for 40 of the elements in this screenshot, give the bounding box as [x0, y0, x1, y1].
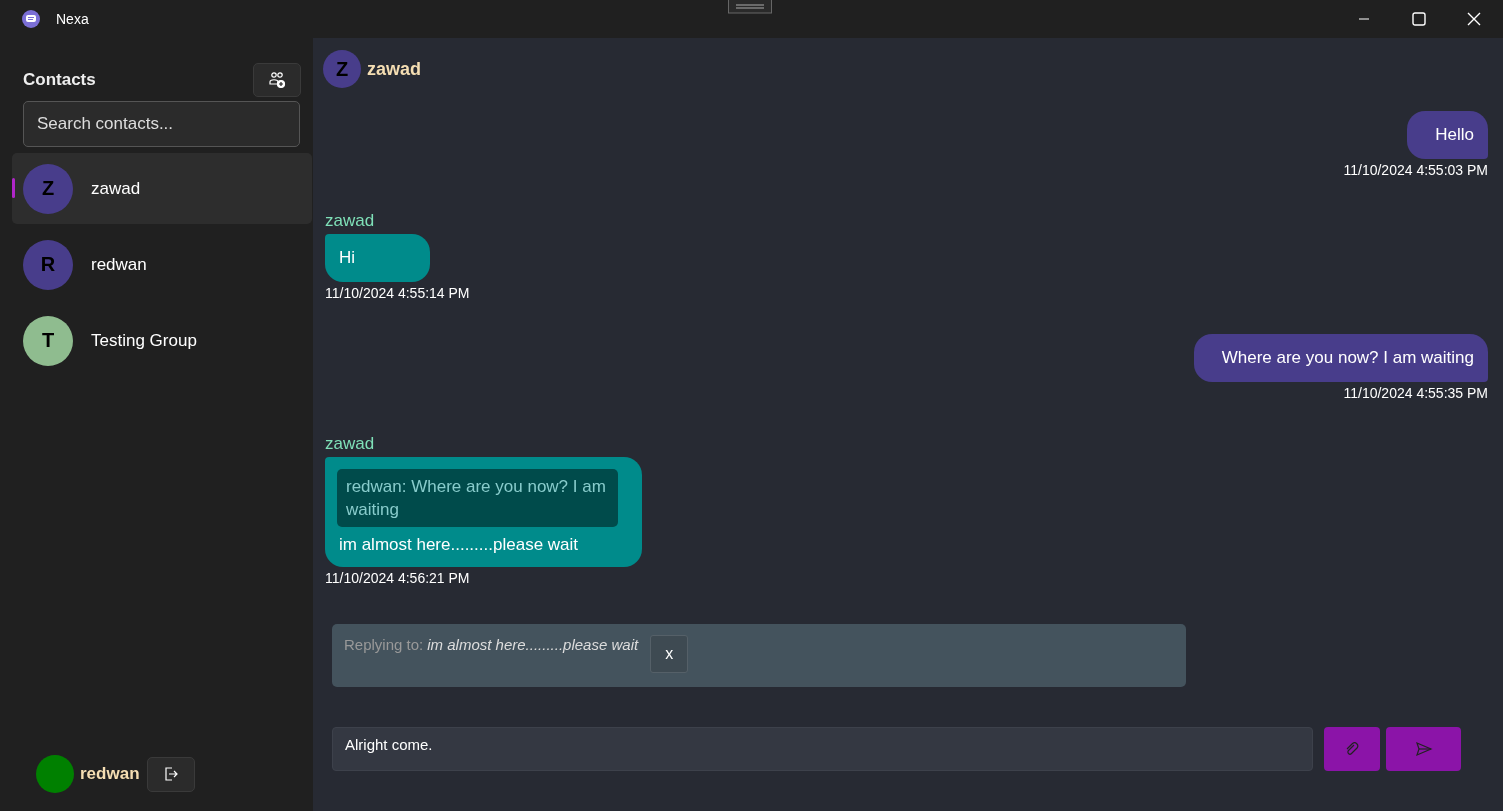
maximize-icon: [1411, 12, 1426, 26]
message-time: 11/10/2024 4:55:14 PM: [325, 285, 470, 301]
reply-text: im almost here.........please wait: [427, 636, 639, 653]
selection-indicator: [12, 178, 15, 198]
message-time: 11/10/2024 4:55:03 PM: [1343, 162, 1488, 178]
message-bubble: Hi: [325, 234, 430, 282]
message-bubble: Hello: [1407, 111, 1488, 159]
chat-title: zawad: [367, 58, 422, 80]
sender-name: zawad: [325, 434, 375, 454]
contact-avatar: T: [23, 315, 73, 366]
sender-name: zawad: [325, 211, 375, 231]
quoted-message: redwan: Where are you now? I am waiting: [337, 469, 618, 527]
message-time: 11/10/2024 4:56:21 PM: [325, 570, 470, 586]
logout-icon: [162, 766, 179, 782]
message-time: 11/10/2024 4:55:35 PM: [1343, 385, 1488, 401]
logout-button[interactable]: [146, 756, 195, 792]
message-text: im almost here.........please wait: [338, 535, 580, 555]
message-input[interactable]: Alright come.: [332, 727, 1313, 771]
reply-label: Replying to:: [344, 636, 424, 653]
message-bubble: Where are you now? I am waiting: [1193, 334, 1488, 382]
contact-name: zawad: [91, 178, 141, 199]
contact-item[interactable]: T Testing Group: [12, 305, 312, 376]
chat-avatar: Z: [323, 50, 361, 88]
contact-name: redwan: [91, 254, 147, 275]
send-icon: [1414, 741, 1433, 757]
contact-avatar: Z: [23, 163, 73, 214]
contact-item[interactable]: R redwan: [12, 229, 312, 300]
cancel-reply-button[interactable]: x: [650, 635, 689, 673]
contact-item[interactable]: Z zawad: [12, 153, 312, 224]
app-logo-icon: [21, 9, 41, 29]
window-title: Nexa: [56, 11, 89, 27]
contacts-heading: Contacts: [23, 70, 96, 90]
contact-avatar: R: [23, 239, 73, 290]
close-icon: [1466, 12, 1481, 26]
group-add-icon: [268, 71, 286, 89]
paperclip-icon: [1344, 741, 1360, 757]
search-field[interactable]: Search contacts...: [23, 101, 300, 147]
contact-name: Testing Group: [91, 330, 197, 351]
user-name: redwan: [80, 764, 140, 784]
new-group-button[interactable]: [253, 63, 301, 97]
